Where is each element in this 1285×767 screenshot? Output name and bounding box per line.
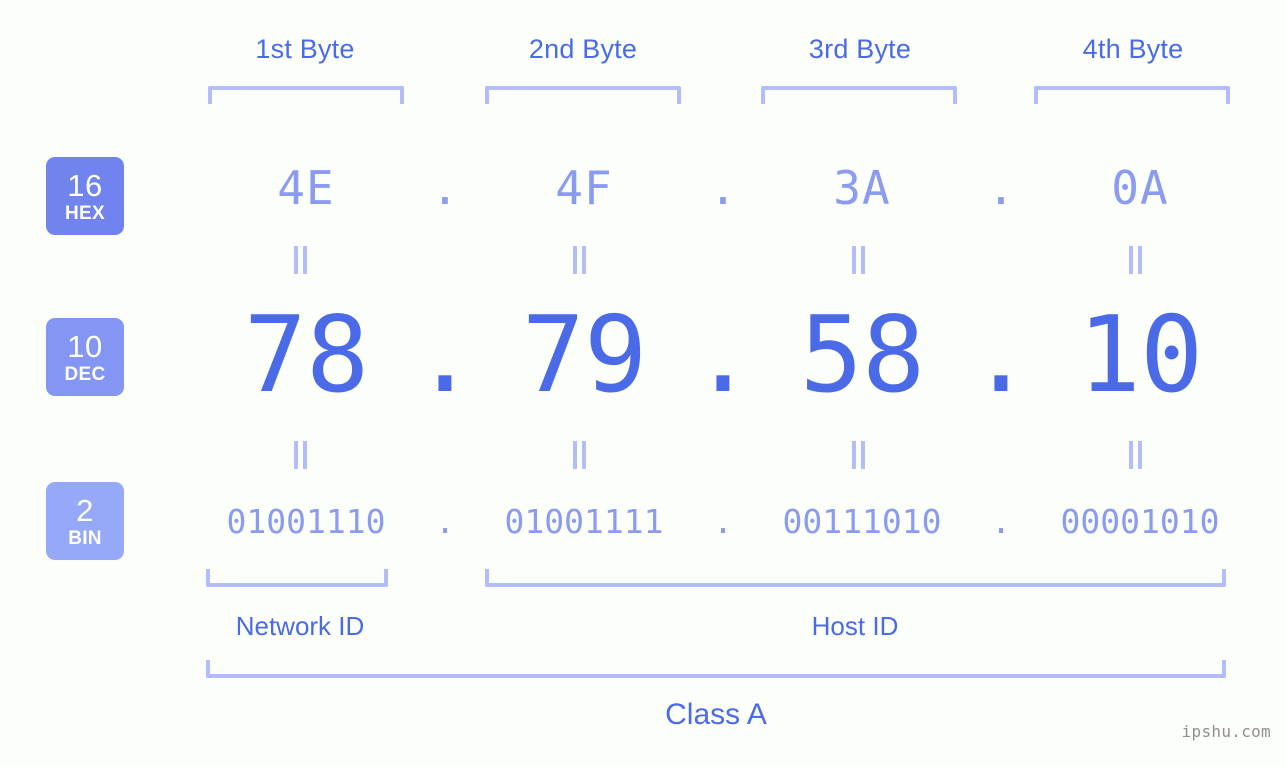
hex-byte-1: 4E — [277, 161, 335, 215]
hex-value-row: 4E . 4F . 3A . 0A — [150, 155, 1285, 221]
base-badge-hex: 16 HEX — [46, 157, 124, 235]
base-badge-hex-number: 16 — [67, 167, 103, 203]
byte-label-2: 2nd Byte — [528, 34, 638, 64]
equals-separator-dec-bin-3 — [847, 441, 869, 469]
base-badge-bin: 2 BIN — [46, 482, 124, 560]
equals-separator-hex-dec-3 — [847, 246, 869, 274]
bin-byte-4: 00001010 — [1060, 501, 1220, 541]
host-id-bracket — [485, 569, 1226, 587]
network-id-bracket — [206, 569, 388, 587]
base-badge-dec-name: DEC — [64, 363, 106, 385]
bin-byte-1: 01001110 — [226, 501, 386, 541]
dec-byte-3: 58 — [799, 294, 925, 416]
dec-byte-2: 79 — [521, 294, 647, 416]
bin-byte-3: 00111010 — [782, 501, 942, 541]
bin-delimiter-1: . — [435, 501, 455, 541]
hex-delimiter-2: . — [709, 161, 737, 215]
site-watermark: ipshu.com — [1181, 722, 1271, 741]
dec-byte-1: 78 — [243, 294, 369, 416]
bin-delimiter-2: . — [713, 501, 733, 541]
class-label: Class A — [665, 698, 767, 731]
equals-separator-dec-bin-2 — [568, 441, 590, 469]
byte-bracket-3 — [761, 86, 957, 104]
bin-byte-2: 01001111 — [504, 501, 664, 541]
equals-separator-hex-dec-2 — [568, 246, 590, 274]
base-badge-bin-number: 2 — [76, 492, 94, 528]
byte-bracket-1 — [208, 86, 404, 104]
ip-address-breakdown-diagram: 1st Byte 2nd Byte 3rd Byte 4th Byte 16 H… — [0, 0, 1285, 767]
base-badge-dec: 10 DEC — [46, 318, 124, 396]
network-id-label: Network ID — [235, 611, 365, 641]
dec-value-row: 78 . 79 . 58 . 10 — [150, 294, 1285, 416]
hex-byte-2: 4F — [555, 161, 613, 215]
base-badge-bin-name: BIN — [68, 527, 102, 549]
dec-byte-4: 10 — [1077, 294, 1203, 416]
dec-delimiter-2: . — [691, 294, 755, 416]
byte-label-3: 3rd Byte — [808, 34, 912, 64]
byte-bracket-2 — [485, 86, 681, 104]
bin-value-row: 01001110 . 01001111 . 00111010 . 0000101… — [150, 497, 1285, 545]
dec-delimiter-1: . — [413, 294, 477, 416]
byte-label-1: 1st Byte — [255, 34, 355, 64]
equals-separator-hex-dec-1 — [289, 246, 311, 274]
bin-delimiter-3: . — [991, 501, 1011, 541]
base-badge-dec-number: 10 — [67, 328, 103, 364]
hex-delimiter-3: . — [987, 161, 1015, 215]
equals-separator-dec-bin-1 — [289, 441, 311, 469]
equals-separator-dec-bin-4 — [1124, 441, 1146, 469]
dec-delimiter-3: . — [969, 294, 1033, 416]
hex-delimiter-1: . — [431, 161, 459, 215]
hex-byte-4: 0A — [1111, 161, 1169, 215]
hex-byte-3: 3A — [833, 161, 891, 215]
byte-label-4: 4th Byte — [1082, 34, 1184, 64]
host-id-label: Host ID — [811, 611, 899, 641]
base-badge-hex-name: HEX — [65, 202, 105, 224]
byte-bracket-4 — [1034, 86, 1230, 104]
class-bracket — [206, 660, 1226, 678]
equals-separator-hex-dec-4 — [1124, 246, 1146, 274]
